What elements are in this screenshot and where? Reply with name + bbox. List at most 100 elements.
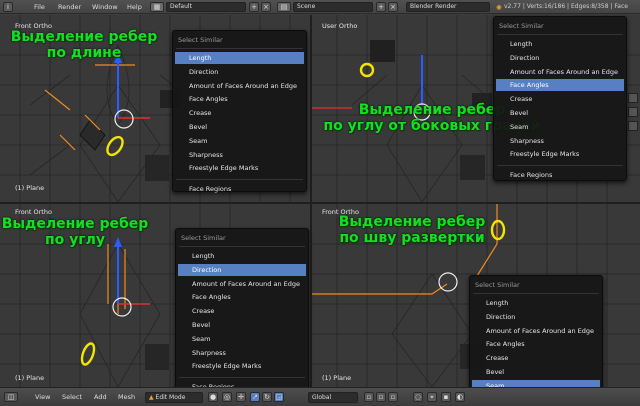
- menu-title: Select Similar: [178, 36, 223, 44]
- viewport-shading-button[interactable]: ●: [208, 392, 218, 402]
- menu-item[interactable]: Seam: [496, 121, 624, 133]
- menu-separator: [176, 179, 303, 181]
- menu-item[interactable]: Sharpness: [178, 347, 306, 359]
- menu-item[interactable]: Face Angles: [472, 338, 600, 350]
- layer-button[interactable]: ▫: [376, 392, 386, 402]
- object-label: (1) Plane: [322, 374, 352, 382]
- info-header: i File Render Window Help ▦ Default + × …: [0, 0, 640, 14]
- manipulator-toggle[interactable]: ✛: [236, 392, 246, 402]
- menu-separator: [497, 165, 623, 167]
- delete-screen-button[interactable]: ×: [261, 2, 271, 12]
- menu-item[interactable]: Amount of Faces Around an Edge: [178, 278, 306, 290]
- 3d-view-header: ◫ View Select Add Mesh ▲ Edit Mode ● ◎ ✛…: [0, 387, 640, 406]
- layer-button[interactable]: ▫: [364, 392, 374, 402]
- editor-type-icon[interactable]: ◫: [4, 392, 18, 402]
- menu-item[interactable]: Sharpness: [175, 149, 304, 161]
- menu-item[interactable]: Length: [472, 297, 600, 309]
- render-preview-button[interactable]: ◐: [455, 392, 465, 402]
- menu-select[interactable]: Select: [62, 393, 82, 401]
- menu-item[interactable]: Face Angles: [496, 79, 624, 92]
- menu-item[interactable]: Amount of Faces Around an Edge: [175, 80, 304, 92]
- menu-item[interactable]: Seam: [175, 135, 304, 147]
- menu-mesh[interactable]: Mesh: [118, 393, 135, 401]
- menu-item[interactable]: Face Angles: [178, 291, 306, 303]
- menu-item[interactable]: Face Angles: [175, 93, 304, 105]
- menu-item[interactable]: Freestyle Edge Marks: [175, 162, 304, 174]
- menu-item[interactable]: Length: [175, 52, 304, 64]
- viewport-divider-vertical[interactable]: [310, 15, 312, 387]
- menu-view[interactable]: View: [35, 393, 50, 401]
- delete-scene-button[interactable]: ×: [388, 2, 398, 12]
- menu-item[interactable]: Direction: [178, 263, 306, 276]
- menu-item[interactable]: Amount of Faces Around an Edge: [472, 325, 600, 337]
- menu-item[interactable]: Bevel: [175, 121, 304, 133]
- menu-title: Select Similar: [181, 234, 226, 242]
- select-similar-menu: Select Similar Length Direction Amount of F…: [493, 16, 627, 181]
- viewport-divider-horizontal[interactable]: [0, 202, 640, 204]
- scene-field[interactable]: Scene: [293, 2, 373, 12]
- blender-logo-icon: ◉: [496, 3, 502, 11]
- menu-help[interactable]: Help: [127, 1, 142, 13]
- menu-item[interactable]: Freestyle Edge Marks: [178, 360, 306, 372]
- edit-mode-icon: ▲: [149, 394, 156, 401]
- menu-separator: [179, 246, 305, 247]
- menu-item[interactable]: Direction: [472, 311, 600, 323]
- scene-icon[interactable]: ▤: [277, 2, 291, 12]
- annotation-text: Выделение ребер по длине: [10, 29, 158, 61]
- pivot-point-button[interactable]: ◎: [222, 392, 232, 402]
- menu-item[interactable]: Length: [178, 250, 306, 262]
- translate-manipulator-button[interactable]: ↗: [250, 392, 260, 402]
- menu-file[interactable]: File: [34, 1, 45, 13]
- menu-item[interactable]: Face Regions: [175, 183, 304, 195]
- menu-item[interactable]: Direction: [175, 66, 304, 78]
- menu-item[interactable]: Freestyle Edge Marks: [496, 148, 624, 160]
- scene-statistics: v2.77 | Verts:16/186 | Edges:8/358 | Fac…: [504, 3, 628, 10]
- menu-separator: [473, 293, 599, 294]
- tool-shelf-toggle-button[interactable]: [628, 107, 638, 117]
- menu-item[interactable]: Seam: [178, 333, 306, 345]
- add-screen-button[interactable]: +: [249, 2, 259, 12]
- menu-title: Select Similar: [499, 22, 544, 30]
- select-similar-menu: Select Similar Length Direction Amount of F…: [172, 30, 307, 195]
- object-label: (1) Plane: [15, 374, 45, 382]
- editor-type-icon[interactable]: i: [3, 2, 13, 12]
- render-engine-select[interactable]: Blender Render: [406, 2, 490, 12]
- menu-item[interactable]: Direction: [496, 52, 624, 64]
- annotation-text: Выделение ребер по шву развертки: [338, 214, 486, 246]
- properties-toggle-button[interactable]: [628, 93, 638, 103]
- snap-toggle-button[interactable]: ⌖: [427, 392, 437, 402]
- menu-add[interactable]: Add: [94, 393, 107, 401]
- add-scene-button[interactable]: +: [376, 2, 386, 12]
- menu-item[interactable]: Bevel: [472, 366, 600, 378]
- menu-title: Select Similar: [475, 281, 520, 289]
- snap-element-button[interactable]: ▪: [441, 392, 451, 402]
- transform-orientation-select[interactable]: Global: [308, 392, 358, 403]
- mode-select[interactable]: ▲ Edit Mode: [145, 392, 203, 403]
- menu-item[interactable]: Crease: [472, 352, 600, 364]
- menu-item[interactable]: Crease: [178, 305, 306, 317]
- menu-separator: [176, 48, 303, 49]
- select-similar-menu: Select Similar Length Direction Amount of F…: [175, 228, 309, 391]
- select-similar-menu: Select Similar Length Direction Amount of F…: [469, 275, 603, 405]
- menu-item[interactable]: Crease: [496, 93, 624, 105]
- menu-separator: [497, 34, 623, 35]
- menu-item[interactable]: Face Regions: [496, 169, 624, 181]
- layer-button[interactable]: ▫: [388, 392, 398, 402]
- screen-layout-field[interactable]: Default: [166, 2, 246, 12]
- proportional-edit-button[interactable]: ◌: [413, 392, 423, 402]
- menu-window[interactable]: Window: [92, 1, 118, 13]
- scale-manipulator-button[interactable]: ◲: [274, 392, 284, 402]
- view-label: Front Ortho: [15, 208, 52, 216]
- menu-separator: [179, 377, 305, 379]
- menu-item[interactable]: Bevel: [178, 319, 306, 331]
- menu-item[interactable]: Amount of Faces Around an Edge: [496, 66, 624, 78]
- screen-layout-icon[interactable]: ▦: [150, 2, 164, 12]
- menu-item[interactable]: Bevel: [496, 107, 624, 119]
- menu-render[interactable]: Render: [58, 1, 81, 13]
- rotate-manipulator-button[interactable]: ↻: [262, 392, 272, 402]
- view-panel-button[interactable]: [628, 121, 638, 131]
- menu-item[interactable]: Sharpness: [496, 135, 624, 147]
- object-label: (1) Plane: [15, 184, 45, 192]
- menu-item[interactable]: Crease: [175, 107, 304, 119]
- menu-item[interactable]: Length: [496, 38, 624, 50]
